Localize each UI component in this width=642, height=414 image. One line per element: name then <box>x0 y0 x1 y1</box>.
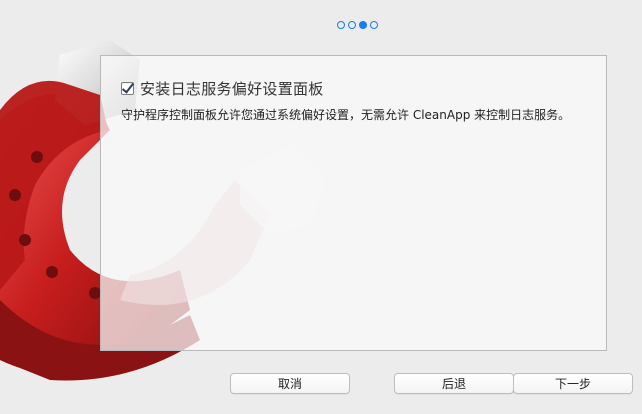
next-button[interactable]: 下一步 <box>513 373 633 394</box>
page-dot[interactable] <box>370 21 378 29</box>
option-description: 守护程序控制面板允许您通过系统偏好设置，无需允许 CleanApp 来控制日志服… <box>121 108 571 122</box>
page-dot-active[interactable] <box>359 21 367 29</box>
option-label: 安装日志服务偏好设置面板 <box>140 80 324 98</box>
cancel-button[interactable]: 取消 <box>230 373 350 394</box>
install-option[interactable]: 安装日志服务偏好设置面板 <box>121 78 324 99</box>
page-indicator <box>337 21 378 29</box>
back-button[interactable]: 后退 <box>394 373 514 394</box>
options-panel: 安装日志服务偏好设置面板 守护程序控制面板允许您通过系统偏好设置，无需允许 Cl… <box>100 55 607 351</box>
page-dot[interactable] <box>348 21 356 29</box>
installer-window: 安装日志服务偏好设置面板 守护程序控制面板允许您通过系统偏好设置，无需允许 Cl… <box>0 0 642 414</box>
checkbox[interactable] <box>121 82 134 95</box>
